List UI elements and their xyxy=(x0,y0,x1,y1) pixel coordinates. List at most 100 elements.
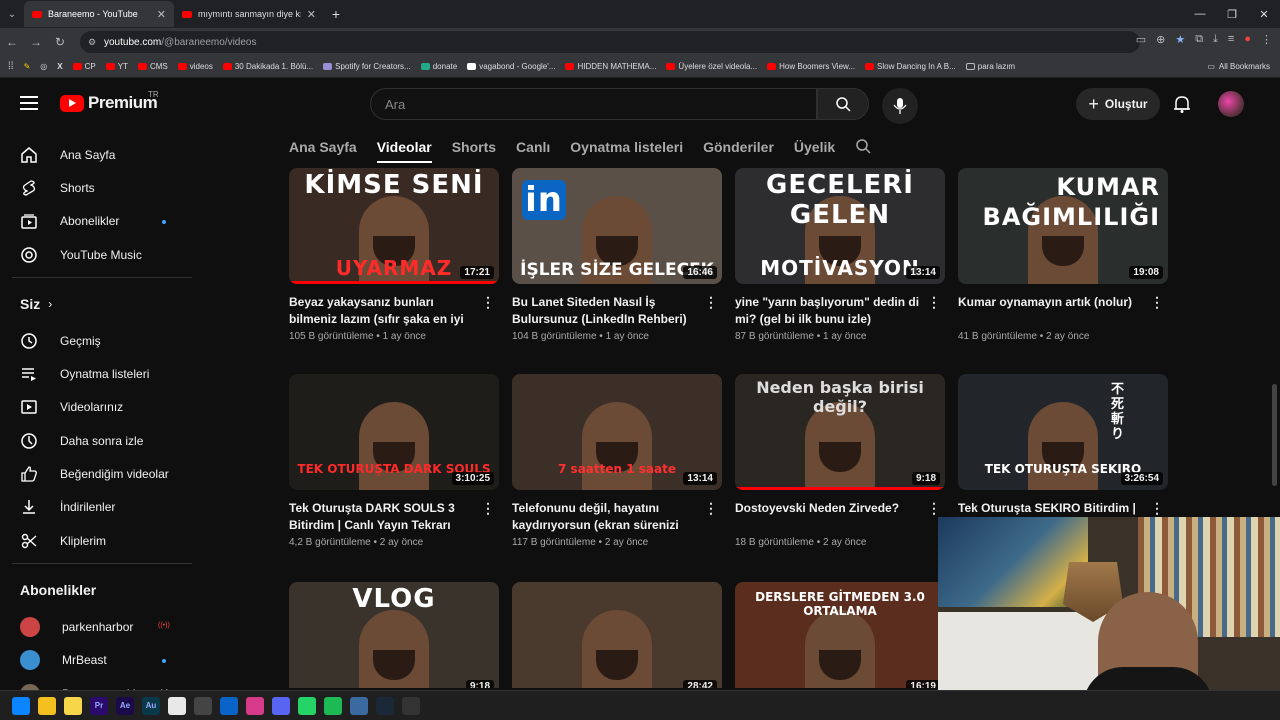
bookmark-item[interactable]: How Boomers View... xyxy=(767,62,855,71)
close-tab-icon[interactable]: ✕ xyxy=(307,8,316,21)
tab-6[interactable]: Üyelik xyxy=(794,139,835,155)
bookmark-item[interactable]: CMS xyxy=(137,62,168,71)
sidebar-item-shorts[interactable]: Shorts xyxy=(0,171,200,204)
after-effects-icon[interactable]: Ae xyxy=(116,696,134,715)
sidebar-item-subscriptions[interactable]: Abonelikler xyxy=(0,205,200,238)
video-title[interactable]: Dostoyevski Neden Zirvede? xyxy=(735,500,945,534)
obs-icon[interactable] xyxy=(402,696,420,715)
restore-icon[interactable]: ❐ xyxy=(1216,0,1248,28)
bookmark-item[interactable]: CP xyxy=(72,62,96,71)
bookmark-item[interactable]: 30 Dakikada 1. Bölü... xyxy=(222,62,313,71)
more-options-icon[interactable]: ⋮ xyxy=(704,500,718,517)
create-button[interactable]: + Oluştur xyxy=(1076,88,1160,120)
search-button[interactable] xyxy=(817,88,869,120)
spotify-icon[interactable] xyxy=(324,696,342,715)
new-tab-button[interactable]: + xyxy=(324,6,348,22)
video-title[interactable]: Beyaz yakaysanız bunları bilmeniz lazım … xyxy=(289,294,499,328)
network-icon[interactable] xyxy=(350,696,368,715)
video-title[interactable]: Telefonunu değil, hayatını kaydırıyorsun… xyxy=(512,500,722,534)
channel-search-icon[interactable] xyxy=(855,138,871,157)
all-bookmarks[interactable]: ▭ All Bookmarks xyxy=(1207,62,1270,71)
bookmark-item[interactable]: vagabond - Google'... xyxy=(467,62,555,71)
sidebar-item-downloads[interactable]: İndirilenler xyxy=(0,491,200,524)
instagram-icon[interactable] xyxy=(246,696,264,715)
video-thumbnail[interactable]: in İŞLER SİZE GELECEK 16:46 xyxy=(512,168,722,284)
video-card[interactable]: KİMSE SENİ UYARMAZ 17:21 Beyaz yakaysanız b… xyxy=(289,168,499,342)
bookmark-item[interactable]: videos xyxy=(177,62,213,71)
search-input[interactable]: Ara xyxy=(370,88,817,120)
video-card[interactable]: KUMAR BAĞIMLILIĞI 19:08 Kumar oynamayın ar… xyxy=(958,168,1168,342)
video-thumbnail[interactable]: TEK OTURUŞTA DARK SOULS 3:10:25 xyxy=(289,374,499,490)
youtube-logo[interactable]: Premium TR xyxy=(60,90,159,113)
media-icon[interactable]: ≡ xyxy=(1228,33,1234,46)
video-thumbnail[interactable]: Neden başka birisi değil? 9:18 xyxy=(735,374,945,490)
bookmark-icon[interactable]: ✎ xyxy=(24,62,31,71)
video-card[interactable]: GECELERİ GELEN MOTİVASYON 13:14 yine "yarın… xyxy=(735,168,945,342)
sticky-notes-icon[interactable] xyxy=(64,696,82,715)
video-card[interactable]: 28:42 xyxy=(512,582,722,688)
cast-icon[interactable]: ▭ xyxy=(1136,33,1146,46)
bookmark-item[interactable]: HIDDEN MATHEMA... xyxy=(565,62,656,71)
video-title[interactable]: Kumar oynamayın artık (nolur) xyxy=(958,294,1168,328)
more-options-icon[interactable]: ⋮ xyxy=(481,294,495,311)
sidebar-item-watch-later[interactable]: Daha sonra izle xyxy=(0,424,200,457)
browser-tab-active[interactable]: Baraneemo - YouTube ✕ xyxy=(24,1,174,27)
browser-tab[interactable]: mıymıntı sanmayın diye kıymay ✕ xyxy=(174,1,324,27)
bookmark-item[interactable]: donate xyxy=(420,62,457,71)
file-explorer-icon[interactable] xyxy=(38,696,56,715)
video-card[interactable]: 7 saatten 1 saate 13:14 Telefonunu değil, … xyxy=(512,374,722,548)
video-card[interactable]: DERSLERE GİTMEDEN 3.0 ORTALAMA 16:19 xyxy=(735,582,945,688)
whatsapp-icon[interactable] xyxy=(298,696,316,715)
more-options-icon[interactable]: ⋮ xyxy=(481,500,495,517)
bookmark-icon[interactable]: ◎ xyxy=(40,62,47,71)
sidebar-item-liked[interactable]: Beğendiğim videolar xyxy=(0,457,200,490)
video-thumbnail[interactable]: KUMAR BAĞIMLILIĞI 19:08 xyxy=(958,168,1168,284)
menu-hamburger-icon[interactable] xyxy=(20,96,38,110)
tab-4[interactable]: Oynatma listeleri xyxy=(570,139,683,155)
more-options-icon[interactable]: ⋮ xyxy=(1150,294,1164,311)
menu-icon[interactable]: ⋮ xyxy=(1261,33,1272,46)
video-thumbnail[interactable]: DERSLERE GİTMEDEN 3.0 ORTALAMA 16:19 xyxy=(735,582,945,688)
windows-icon[interactable] xyxy=(12,696,30,715)
voice-search-button[interactable] xyxy=(882,88,918,124)
scrollbar-thumb[interactable] xyxy=(1272,384,1277,486)
sidebar-item-history[interactable]: Geçmiş xyxy=(0,324,200,357)
site-info-icon[interactable]: ⚙ xyxy=(88,37,96,48)
video-title[interactable]: Tek Oturuşta DARK SOULS 3 Bitirdim | Can… xyxy=(289,500,499,534)
sidebar-item-clips[interactable]: Kliplerim xyxy=(0,524,200,557)
sidebar-item-playlists[interactable]: Oynatma listeleri xyxy=(0,357,200,390)
audition-icon[interactable]: Au xyxy=(142,696,160,715)
tab-3[interactable]: Canlı xyxy=(516,139,550,155)
close-tab-icon[interactable]: ✕ xyxy=(157,8,166,21)
reload-icon[interactable]: ↻ xyxy=(48,35,72,49)
bookmark-item[interactable]: para lazım xyxy=(965,62,1015,71)
bookmark-item[interactable]: Üyelere özel videola... xyxy=(666,62,757,71)
video-card[interactable]: Neden başka birisi değil? 9:18 Dostoyevski… xyxy=(735,374,945,548)
bookmark-star-icon[interactable]: ★ xyxy=(1175,33,1185,46)
tab-0[interactable]: Ana Sayfa xyxy=(289,139,357,155)
subscription-item[interactable]: parkenharbor ((•)) xyxy=(0,610,200,643)
app-icon[interactable] xyxy=(194,696,212,715)
bookmark-item[interactable]: Spotify for Creators... xyxy=(323,62,411,71)
tab-1[interactable]: Videolar xyxy=(376,139,432,163)
video-thumbnail[interactable]: 7 saatten 1 saate 13:14 xyxy=(512,374,722,490)
video-thumbnail[interactable]: GECELERİ GELEN MOTİVASYON 13:14 xyxy=(735,168,945,284)
bookmark-item[interactable]: Slow Dancing In A B... xyxy=(865,62,956,71)
subscription-item[interactable]: MrBeast xyxy=(0,644,200,677)
video-card[interactable]: 不 死 斬 り TEK OTURUŞTA SEKIRO 3:26:54 Tek Otu… xyxy=(958,374,1168,537)
sidebar-item-your-videos[interactable]: Videolarınız xyxy=(0,391,200,424)
bookmark-item[interactable]: YT xyxy=(105,62,128,71)
video-card[interactable]: in İŞLER SİZE GELECEK 16:46 Bu Lanet Sitede… xyxy=(512,168,722,342)
tab-2[interactable]: Shorts xyxy=(452,139,496,155)
minimize-icon[interactable]: — xyxy=(1184,0,1216,28)
video-title[interactable]: yine "yarın başlıyorum" dedin di mi? (ge… xyxy=(735,294,945,328)
profile-icon[interactable]: ● xyxy=(1244,33,1251,46)
sidebar-item-home[interactable]: Ana Sayfa xyxy=(0,138,200,171)
sidebar-item-music[interactable]: YouTube Music xyxy=(0,238,200,271)
video-thumbnail[interactable]: 不 死 斬 り TEK OTURUŞTA SEKIRO 3:26:54 xyxy=(958,374,1168,490)
back-icon[interactable]: ← xyxy=(0,35,24,49)
x-icon[interactable]: X xyxy=(57,62,62,71)
you-section-heading[interactable]: Siz › xyxy=(0,284,200,324)
tab-5[interactable]: Gönderiler xyxy=(703,139,774,155)
more-options-icon[interactable]: ⋮ xyxy=(1150,500,1164,517)
